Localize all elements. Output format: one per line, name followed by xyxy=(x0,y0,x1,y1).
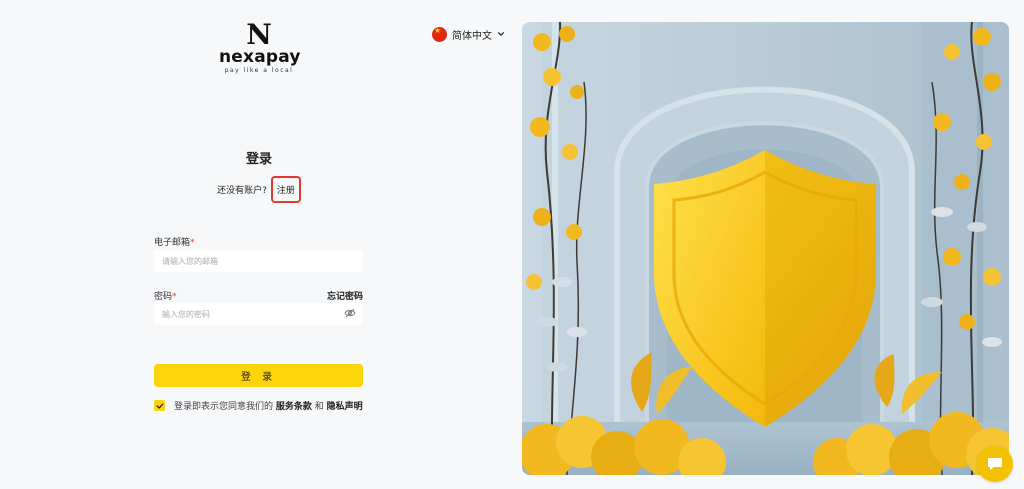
signup-prompt: 还没有账户? 注册 xyxy=(155,176,363,203)
check-icon xyxy=(156,402,163,409)
hero-illustration xyxy=(522,22,1009,475)
required-mark: * xyxy=(190,238,195,248)
email-label-text: 电子邮箱 xyxy=(154,238,191,248)
password-input[interactable] xyxy=(154,303,363,325)
email-label: 电子邮箱* xyxy=(154,235,195,248)
chat-icon xyxy=(988,458,1002,470)
password-label-text: 密码 xyxy=(154,292,173,302)
agree-and: 和 xyxy=(314,402,324,412)
required-mark: * xyxy=(172,292,177,302)
brand-name: nexapay xyxy=(219,47,301,67)
china-flag-icon: ★ xyxy=(432,26,447,42)
brand-initial: N xyxy=(246,18,272,51)
language-selector[interactable]: ★ 简体中文 xyxy=(432,25,505,43)
terms-agreement: 登录即表示您同意我们的 服务条款 和 隐私声明 xyxy=(154,399,363,412)
agree-prefix: 登录即表示您同意我们的 xyxy=(174,402,274,412)
login-button[interactable]: 登 录 xyxy=(154,364,363,387)
chat-support-button[interactable] xyxy=(977,446,1013,482)
security-shield-illustration xyxy=(522,22,1009,475)
privacy-link[interactable]: 隐私声明 xyxy=(327,402,363,412)
login-page: N nexapay pay like a local ★ 简体中文 登录 还没有… xyxy=(0,0,1024,489)
agree-checkbox[interactable] xyxy=(154,400,165,411)
chevron-down-icon xyxy=(498,32,504,36)
signup-link[interactable]: 注册 xyxy=(270,176,301,203)
email-input[interactable] xyxy=(154,250,363,272)
password-label: 密码* xyxy=(154,289,177,302)
terms-link[interactable]: 服务条款 xyxy=(276,402,312,412)
language-label: 简体中文 xyxy=(452,30,492,42)
eye-off-icon[interactable] xyxy=(344,308,356,318)
brand-tagline: pay like a local xyxy=(224,67,294,74)
agree-text: 登录即表示您同意我们的 服务条款 和 隐私声明 xyxy=(174,399,363,412)
page-title: 登录 xyxy=(245,152,272,167)
no-account-text: 还没有账户? xyxy=(217,186,267,196)
forgot-password-link[interactable]: 忘记密码 xyxy=(327,289,363,302)
brand-logo: N nexapay pay like a local xyxy=(219,18,301,75)
